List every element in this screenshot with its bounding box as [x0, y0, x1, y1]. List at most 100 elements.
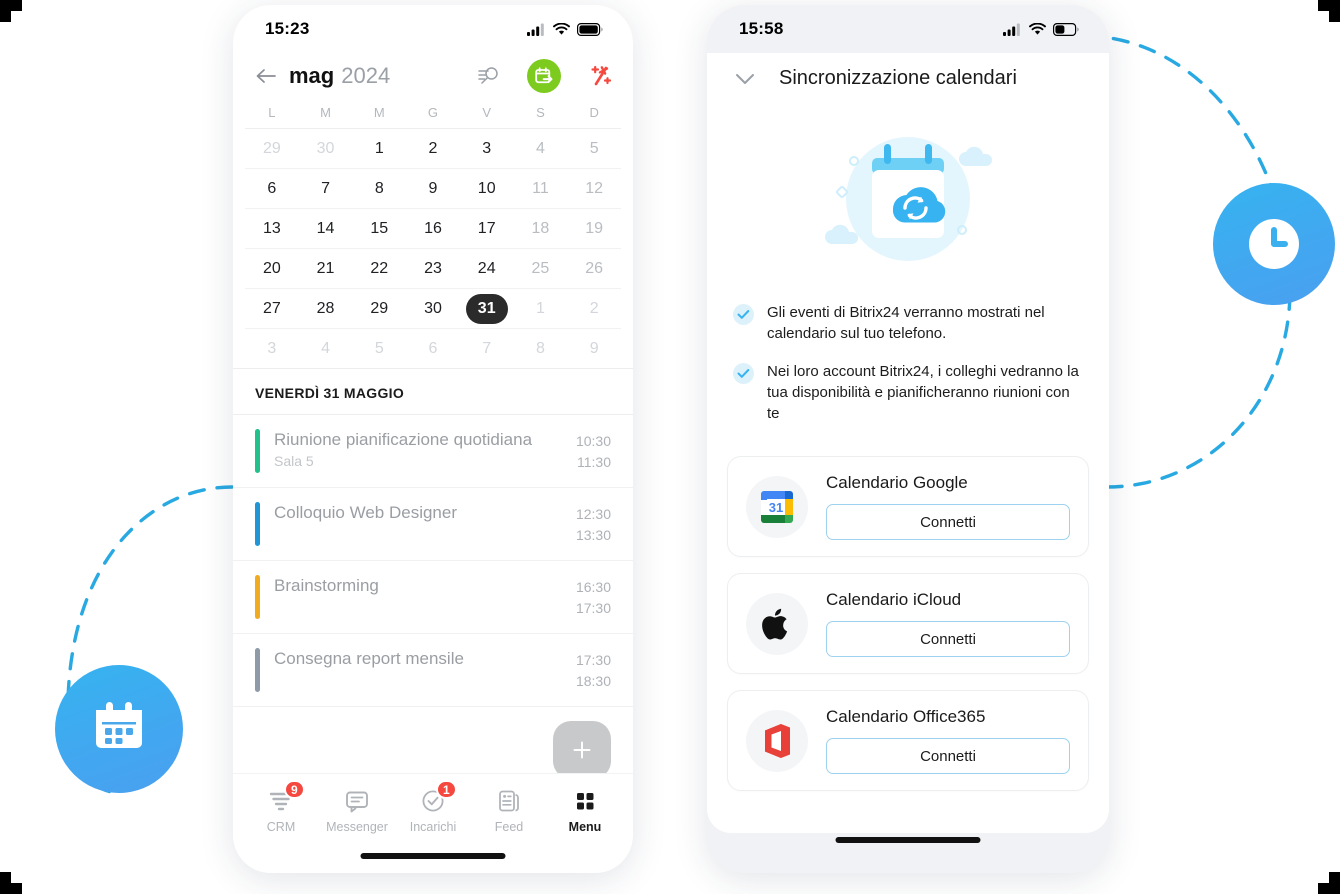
ai-sparkle-icon[interactable]: [587, 63, 615, 89]
page-title[interactable]: mag 2024: [289, 63, 390, 89]
notification-badge: 9: [284, 780, 305, 799]
calendar-day-30[interactable]: 30: [406, 289, 460, 328]
calendar-day-5[interactable]: 5: [567, 129, 621, 168]
calendar-day-2[interactable]: 2: [567, 289, 621, 328]
calendar-day-6[interactable]: 6: [406, 329, 460, 368]
calendar-day-16[interactable]: 16: [406, 209, 460, 248]
calendar-day-22[interactable]: 22: [352, 249, 406, 288]
nav-item-incarichi[interactable]: 1 Incarichi: [400, 780, 466, 834]
calendar-day-21[interactable]: 21: [299, 249, 353, 288]
corner-mark-top-left: [0, 0, 22, 22]
bullet-item: Gli eventi di Bitrix24 verranno mostrati…: [733, 302, 1083, 345]
calendar-day-8[interactable]: 8: [514, 329, 568, 368]
signal-icon: [1003, 23, 1020, 36]
calendar-day-7[interactable]: 7: [460, 329, 514, 368]
search-list-icon[interactable]: [477, 65, 501, 87]
chevron-down-icon[interactable]: [733, 71, 757, 87]
calendar-day-15[interactable]: 15: [352, 209, 406, 248]
nav-item-crm[interactable]: 9 CRM: [248, 780, 314, 834]
event-times: 16:30 17:30: [576, 575, 611, 619]
calendar-day-28[interactable]: 28: [299, 289, 353, 328]
nav-item-menu[interactable]: Menu: [552, 788, 618, 834]
calendar-day-27[interactable]: 27: [245, 289, 299, 328]
event-color-bar: [255, 502, 260, 546]
connect-button[interactable]: Connetti: [826, 738, 1070, 775]
clock-icon: [1249, 219, 1299, 269]
nav-item-messenger[interactable]: Messenger: [324, 788, 390, 834]
event-start-time: 12:30: [575, 506, 611, 522]
calendar-day-29[interactable]: 29: [352, 289, 406, 328]
calendar-day-8[interactable]: 8: [352, 169, 406, 208]
calendar-day-12[interactable]: 12: [567, 169, 621, 208]
calendar-day-4[interactable]: 4: [299, 329, 353, 368]
check-icon: [733, 304, 754, 325]
add-event-button[interactable]: [553, 721, 611, 779]
calendar-day-3[interactable]: 3: [460, 129, 514, 168]
event-start-time: 16:30: [575, 579, 611, 595]
calendar-day-7[interactable]: 7: [299, 169, 353, 208]
event-times: 12:30 13:30: [576, 502, 611, 546]
calendar-day-6[interactable]: 6: [245, 169, 299, 208]
calendar-day-26[interactable]: 26: [567, 249, 621, 288]
nav-item-feed[interactable]: Feed: [476, 788, 542, 834]
calendar-day-4[interactable]: 4: [514, 129, 568, 168]
clock-badge: [1213, 183, 1335, 305]
signal-icon: [527, 23, 544, 36]
event-end-time: 13:30: [575, 527, 611, 543]
calendar-share-button[interactable]: [527, 59, 561, 93]
sheet-header: Sincronizzazione calendari: [707, 53, 1109, 108]
weekday-5: S: [536, 105, 545, 120]
event-color-bar: [255, 648, 260, 692]
calendar-day-3[interactable]: 3: [245, 329, 299, 368]
battery-half-icon: [1053, 22, 1079, 36]
event-row[interactable]: Colloquio Web Designer 12:30 13:30: [233, 488, 633, 561]
event-main: Riunione pianificazione quotidiana Sala 5: [274, 429, 562, 473]
calendar-day-29[interactable]: 29: [245, 129, 299, 168]
calendar-month: mag: [289, 63, 335, 88]
calendar-day-5[interactable]: 5: [352, 329, 406, 368]
calendar-day-17[interactable]: 17: [460, 209, 514, 248]
event-title: Colloquio Web Designer: [274, 503, 458, 522]
calendar-day-14[interactable]: 14: [299, 209, 353, 248]
calendar-day-20[interactable]: 20: [245, 249, 299, 288]
event-title: Riunione pianificazione quotidiana: [274, 430, 533, 449]
calendar-day-30[interactable]: 30: [299, 129, 353, 168]
status-time: 15:23: [265, 19, 310, 38]
home-indicator-right: [835, 837, 981, 843]
event-row[interactable]: Consegna report mensile 17:30 18:30: [233, 634, 633, 707]
calendar-day-grid[interactable]: 29 30 1 2 3 4 5 6 7 8 9 10 11 12 13 14 15 16 17 18 19 20 21 22 2…: [233, 129, 633, 368]
calendar-day-18[interactable]: 18: [514, 209, 568, 248]
calendar-day-10[interactable]: 10: [460, 169, 514, 208]
calendar-day-13[interactable]: 13: [245, 209, 299, 248]
calendar-day-1[interactable]: 1: [352, 129, 406, 168]
connect-button[interactable]: Connetti: [826, 504, 1070, 541]
event-main: Brainstorming: [274, 575, 562, 619]
calendar-day-23[interactable]: 23: [406, 249, 460, 288]
calendar-day-9[interactable]: 9: [406, 169, 460, 208]
event-row[interactable]: Riunione pianificazione quotidiana Sala 5…: [233, 415, 633, 488]
calendar-day-31[interactable]: 31: [460, 289, 514, 328]
connect-button[interactable]: Connetti: [826, 621, 1070, 658]
calendar-day-19[interactable]: 19: [567, 209, 621, 248]
event-row[interactable]: Brainstorming 16:30 17:30: [233, 561, 633, 634]
calendar-cloud-sync-icon: [825, 137, 992, 261]
calendar-day-24[interactable]: 24: [460, 249, 514, 288]
event-start-time: 17:30: [575, 652, 611, 668]
event-end-time: 17:30: [575, 600, 611, 616]
back-arrow-icon[interactable]: [255, 67, 277, 85]
event-color-bar: [255, 429, 260, 473]
notification-badge: 1: [436, 780, 457, 799]
calendar-day-2[interactable]: 2: [406, 129, 460, 168]
calendar-day-9[interactable]: 9: [567, 329, 621, 368]
provider-card: Calendario Office365 Connetti: [727, 690, 1089, 792]
corner-mark-bottom-right: [1318, 872, 1340, 894]
calendar-day-11[interactable]: 11: [514, 169, 568, 208]
weekday-6: D: [589, 105, 599, 120]
nav-item-label: Menu: [568, 820, 602, 834]
calendar-day-25[interactable]: 25: [514, 249, 568, 288]
calendar-day-1[interactable]: 1: [514, 289, 568, 328]
sync-illustration: [707, 108, 1109, 302]
status-icons: [527, 22, 603, 36]
provider-card: Calendario iCloud Connetti: [727, 573, 1089, 675]
calendar-header: mag 2024: [233, 53, 633, 101]
